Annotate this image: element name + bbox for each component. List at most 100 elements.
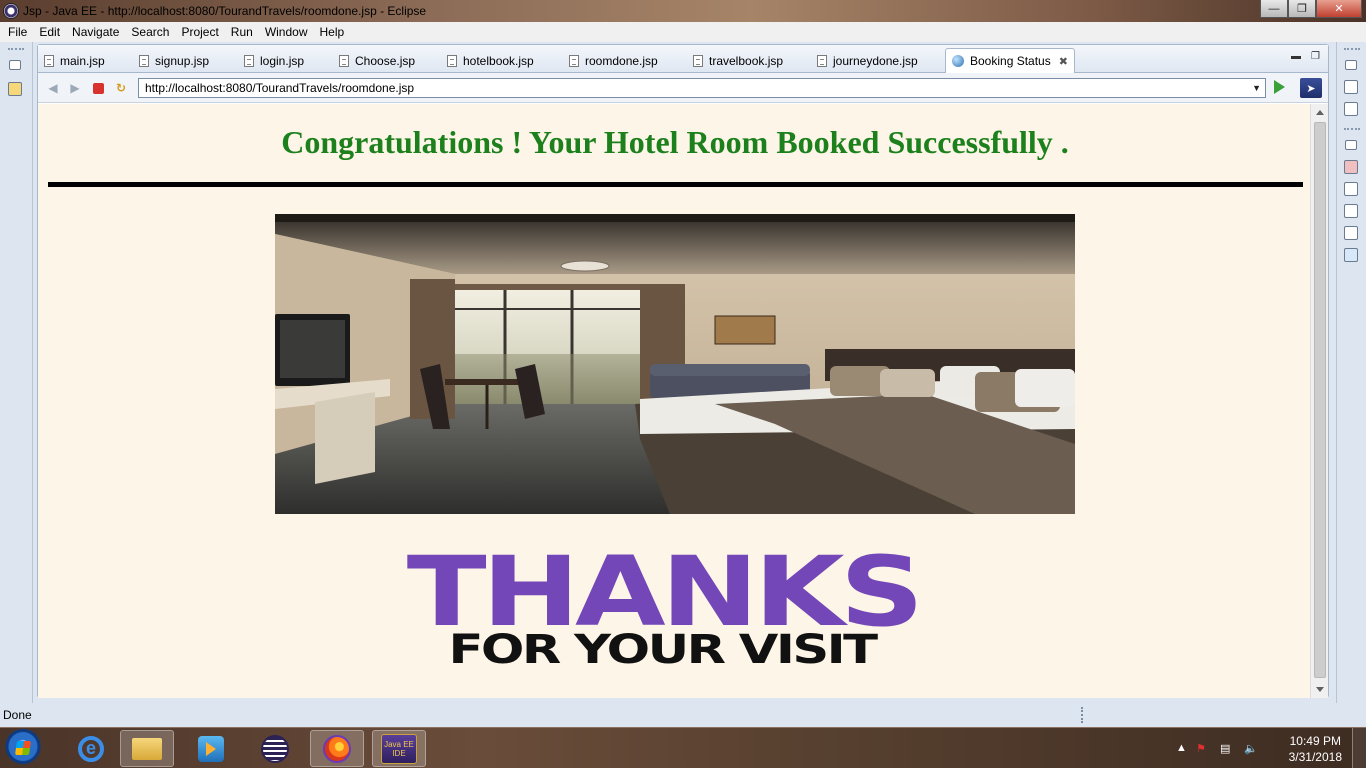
left-trim-stack: [0, 42, 33, 703]
url-input[interactable]: http://localhost:8080/TourandTravels/roo…: [138, 78, 1266, 98]
back-arrow-icon[interactable]: ◀: [46, 81, 60, 95]
editor-stack-controls: ▬ ❐: [1291, 51, 1320, 62]
go-play-icon[interactable]: [1274, 80, 1285, 94]
web-page-content: Congratulations ! Your Hotel Room Booked…: [38, 104, 1310, 698]
project-explorer-icon[interactable]: [8, 82, 22, 96]
clock-time: 10:49 PM: [1289, 734, 1341, 748]
forward-arrow-icon[interactable]: ▶: [68, 81, 82, 95]
tab-label: travelbook.jsp: [709, 53, 784, 68]
network-icon[interactable]: ▤: [1220, 742, 1230, 755]
hotel-room-photo: [275, 214, 1075, 514]
window-title: Jsp - Java EE - http://localhost:8080/To…: [23, 4, 427, 18]
stop-icon[interactable]: [93, 83, 104, 94]
tab-label: journeydone.jsp: [833, 53, 918, 68]
close-button[interactable]: ✕: [1316, 0, 1362, 18]
show-hidden-icons-icon[interactable]: ▲: [1176, 742, 1187, 754]
status-separator: [1081, 707, 1083, 723]
tab-journeydone-jsp[interactable]: journeydone.jsp: [817, 48, 918, 73]
tab-login-jsp[interactable]: login.jsp: [244, 48, 304, 73]
ie-logo: e: [78, 735, 104, 762]
jsp-file-icon: [244, 54, 254, 67]
media-player-icon[interactable]: [184, 730, 238, 767]
workbench: main.jsp signup.jsp login.jsp Choose.jsp…: [0, 42, 1366, 703]
clock-date: 3/31/2018: [1288, 750, 1342, 764]
java-ee-ide-icon[interactable]: Java EE IDE: [372, 730, 426, 767]
horizontal-rule: [48, 182, 1303, 187]
java-ee-ide-logo: Java EE IDE: [381, 733, 417, 764]
restore-icon: ❐: [1297, 3, 1307, 15]
action-center-flag-icon[interactable]: ⚑: [1196, 742, 1206, 755]
restore-view-icon[interactable]: [1345, 60, 1357, 70]
open-external-browser-icon[interactable]: ➤: [1300, 78, 1322, 98]
show-desktop-button[interactable]: [1352, 728, 1366, 768]
tab-hotelbook-jsp[interactable]: hotelbook.jsp: [447, 48, 534, 73]
menu-help[interactable]: Help: [314, 25, 351, 39]
menu-bar: File Edit Navigate Search Project Run Wi…: [0, 22, 1366, 42]
markers-icon[interactable]: [1344, 160, 1358, 174]
volume-icon[interactable]: 🔈: [1244, 742, 1258, 755]
tab-travelbook-jsp[interactable]: travelbook.jsp: [693, 48, 783, 73]
trim-grip[interactable]: [1344, 128, 1360, 132]
console-icon[interactable]: [1344, 248, 1358, 262]
menu-navigate[interactable]: Navigate: [66, 25, 125, 39]
outline-icon[interactable]: [1344, 80, 1358, 94]
task-list-icon[interactable]: [1344, 102, 1358, 116]
jsp-file-icon: [693, 54, 703, 67]
file-explorer-icon[interactable]: [120, 730, 174, 767]
restore-view-icon[interactable]: [9, 60, 21, 70]
internet-explorer-icon[interactable]: e: [64, 730, 118, 767]
browser-toolbar: ◀ ▶ ↻ http://localhost:8080/TourandTrave…: [38, 73, 1328, 103]
close-icon: ✕: [1334, 3, 1344, 15]
scroll-thumb[interactable]: [1314, 122, 1326, 678]
tab-signup-jsp[interactable]: signup.jsp: [139, 48, 209, 73]
restore-view-icon[interactable]: [1345, 140, 1357, 150]
tab-close-icon[interactable]: ✖: [1059, 55, 1068, 68]
editor-tab-bar: main.jsp signup.jsp login.jsp Choose.jsp…: [38, 45, 1328, 73]
firefox-icon[interactable]: [310, 730, 364, 767]
thanks-subheading: FOR YOUR VISIT: [448, 627, 878, 673]
tab-label: login.jsp: [260, 53, 305, 68]
maximize-editor-icon[interactable]: ❐: [1311, 51, 1320, 62]
vertical-scrollbar[interactable]: [1310, 104, 1328, 698]
refresh-icon[interactable]: ↻: [114, 81, 128, 95]
data-source-icon[interactable]: [1344, 226, 1358, 240]
jsp-file-icon: [339, 54, 349, 67]
properties-icon[interactable]: [1344, 182, 1358, 196]
minimize-button[interactable]: —: [1260, 0, 1288, 18]
jsp-file-icon: [569, 54, 579, 67]
thanks-heading: THANKS: [406, 536, 924, 648]
tab-main-jsp[interactable]: main.jsp: [44, 48, 105, 73]
taskbar: e Java EE IDE ▲ ⚑ ▤ 🔈 10:49 PM 3/31/2018: [0, 727, 1366, 768]
url-text: http://localhost:8080/TourandTravels/roo…: [145, 81, 415, 95]
restore-button[interactable]: ❐: [1288, 0, 1316, 18]
trim-grip[interactable]: [1344, 48, 1360, 52]
tab-booking-status[interactable]: Booking Status ✖: [945, 48, 1075, 73]
tab-roomdone-jsp[interactable]: roomdone.jsp: [569, 48, 658, 73]
menu-search[interactable]: Search: [125, 25, 175, 39]
menu-run[interactable]: Run: [225, 25, 259, 39]
right-trim-stack: [1336, 42, 1366, 703]
system-tray: ▲ ⚑ ▤ 🔈 10:49 PM 3/31/2018: [1176, 728, 1366, 768]
trim-grip[interactable]: [8, 48, 24, 52]
globe-icon: [952, 55, 964, 67]
tab-label: signup.jsp: [155, 53, 210, 68]
hotel-room-illustration: [275, 214, 1075, 514]
menu-window[interactable]: Window: [259, 25, 314, 39]
jsp-file-icon: [447, 54, 457, 67]
status-text: Done: [3, 708, 32, 722]
status-bar: Done: [0, 703, 1366, 727]
tab-choose-jsp[interactable]: Choose.jsp: [339, 48, 415, 73]
menu-edit[interactable]: Edit: [33, 25, 66, 39]
menu-file[interactable]: File: [2, 25, 33, 39]
scroll-down-icon[interactable]: [1316, 687, 1324, 692]
clock[interactable]: 10:49 PM 3/31/2018: [1289, 733, 1342, 765]
eclipse-app-icon: [3, 3, 19, 19]
scroll-up-icon[interactable]: [1316, 110, 1324, 115]
eclipse-icon[interactable]: [248, 730, 302, 767]
menu-project[interactable]: Project: [175, 25, 224, 39]
start-button[interactable]: [2, 729, 44, 768]
minimize-editor-icon[interactable]: ▬: [1291, 51, 1301, 62]
servers-icon[interactable]: [1344, 204, 1358, 218]
chevron-down-icon[interactable]: ▼: [1252, 83, 1261, 93]
play-icon: [198, 735, 224, 762]
